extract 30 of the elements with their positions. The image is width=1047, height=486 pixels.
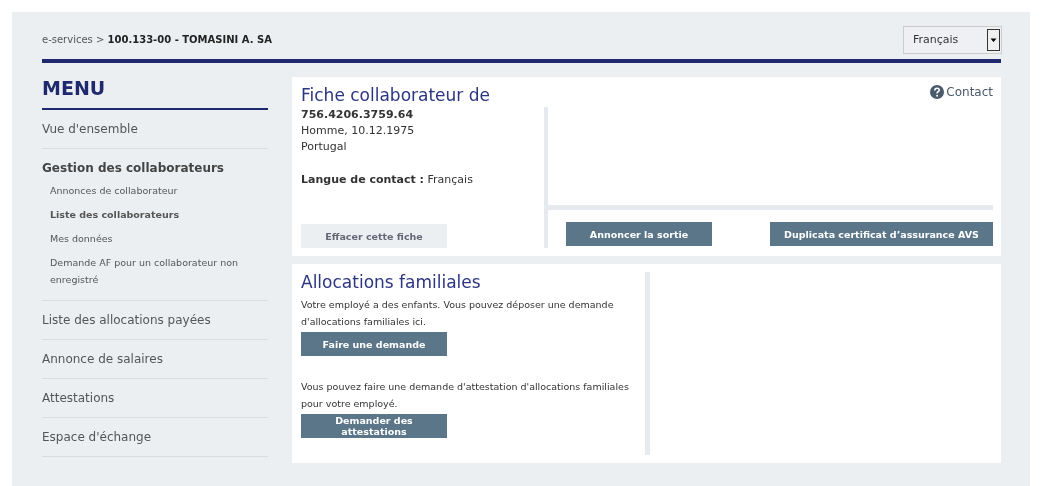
card-title: Allocations familiales [301, 272, 482, 292]
menu-item[interactable]: Gestion des collaborateurs [42, 159, 268, 177]
menu-item[interactable]: Espace d'échange [42, 427, 268, 446]
action-button[interactable]: Duplicata certificat d’assurance AVS [770, 222, 993, 246]
submenu-item[interactable]: Annonces de collaborateur [42, 181, 268, 202]
menu-item[interactable]: Annonce de salaires [42, 349, 268, 368]
info-text: Votre employé a des enfants. Vous pouvez déposer une demande d'allocations familiales ici. [301, 298, 615, 329]
request-button[interactable]: Demander des attestations [301, 414, 447, 438]
breadcrumb-current: 100.133-00 - TOMASINI A. SA [107, 34, 272, 45]
menu-item[interactable]: Attestations [42, 388, 268, 407]
submenu-item[interactable]: Liste des collaborateurs [42, 205, 268, 226]
info-text: Vous pouvez faire une demande d'attestation d'allocations familiales pour votre employé. [301, 380, 630, 411]
menu-item[interactable]: Vue d'ensemble [42, 120, 268, 138]
breadcrumb-link[interactable]: e-services > [42, 34, 105, 45]
request-button[interactable]: Faire une demande [301, 332, 447, 356]
contact-link[interactable]: Contact [930, 85, 993, 99]
action-button[interactable]: Annoncer la sortie [566, 222, 712, 246]
delete-button[interactable]: Effacer cette fiche [301, 224, 447, 248]
ssn-number: 756.4206.3759.64 [301, 107, 415, 123]
card-title: Fiche collaborateur de [301, 85, 490, 105]
language-select[interactable]: Français [903, 25, 1002, 54]
country: Portugal [301, 139, 348, 155]
contact-language: Français [427, 173, 473, 186]
submenu-item[interactable]: Demande AF pour un collaborateur non enregistré [42, 253, 268, 290]
menu-item[interactable]: Liste des allocations payées [42, 310, 268, 329]
menu-title: MENU [42, 77, 268, 110]
contact-language-label: Langue de contact : [301, 173, 425, 186]
help-icon [930, 85, 945, 99]
gender-birthdate: Homme, 10.12.1975 [301, 123, 416, 139]
submenu-item[interactable]: Mes données [42, 229, 268, 250]
